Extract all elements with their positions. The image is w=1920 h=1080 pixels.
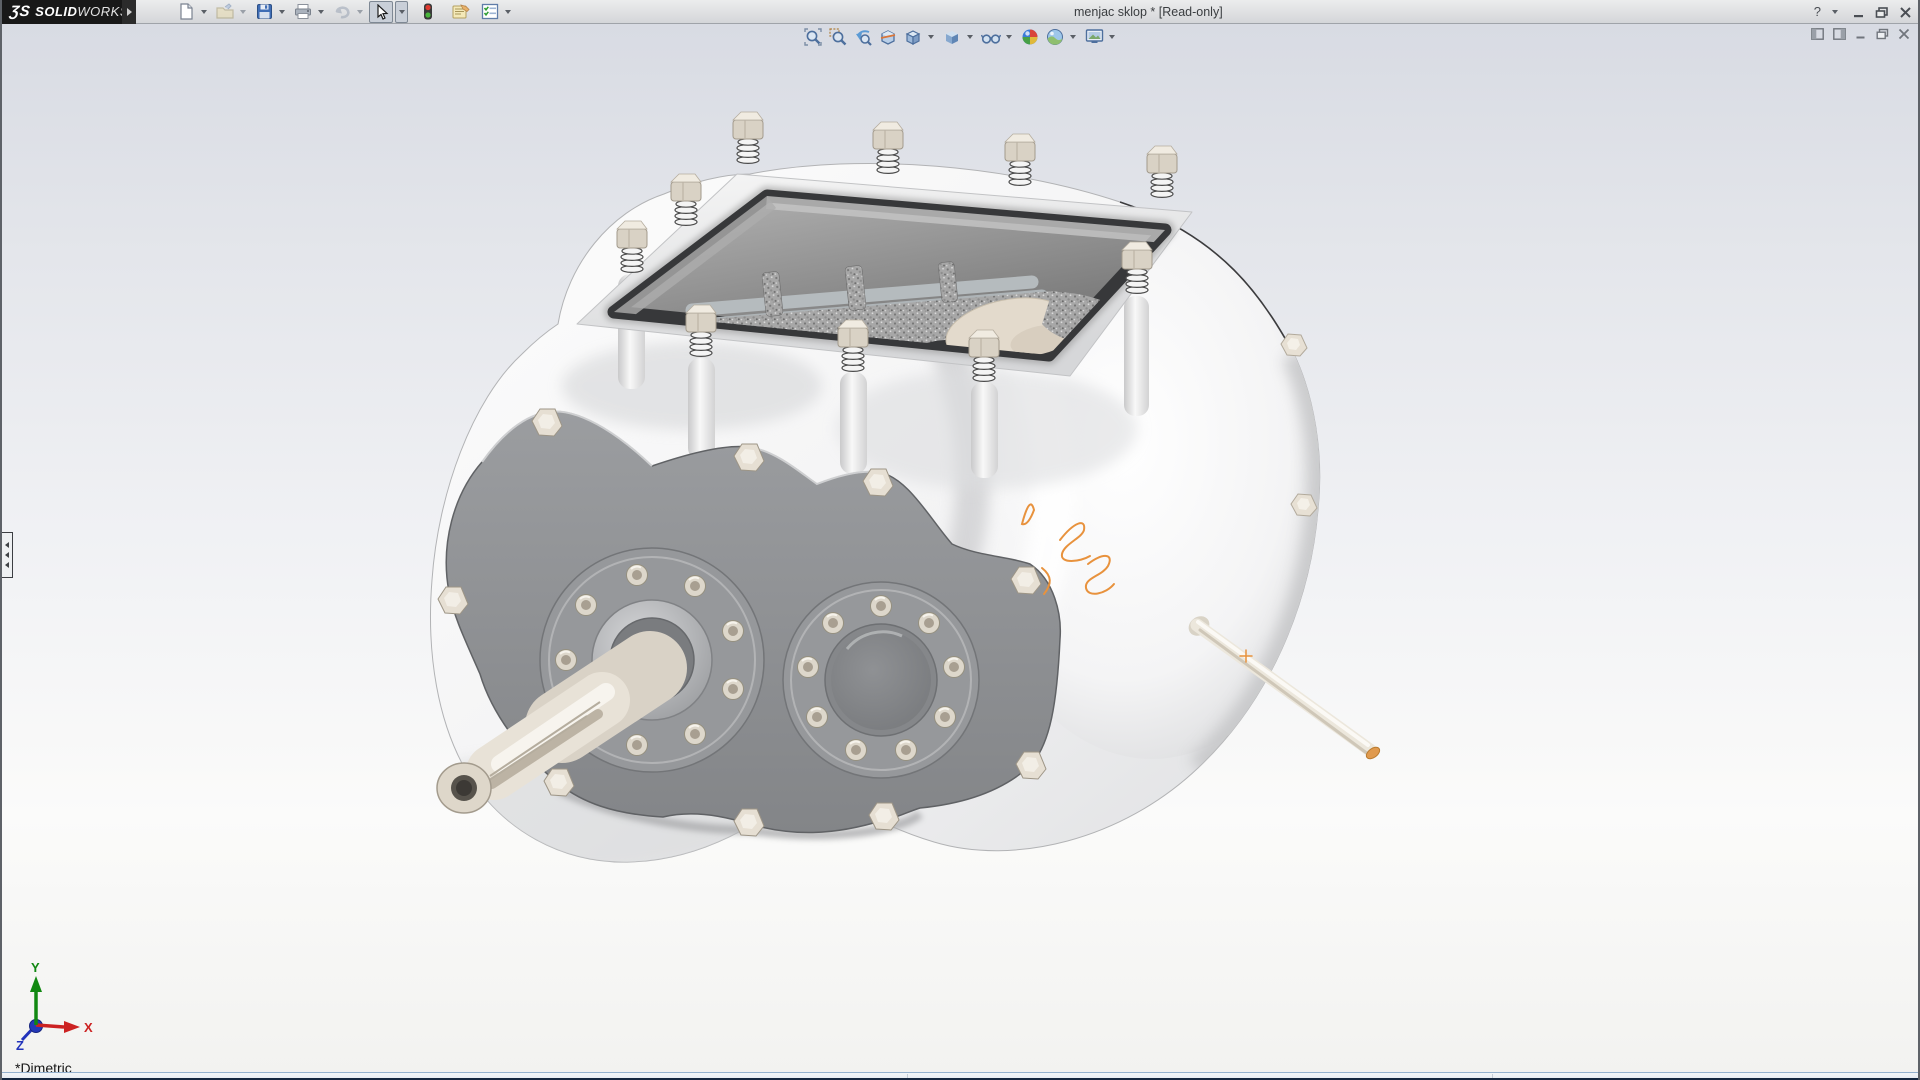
restore-document-button[interactable] bbox=[1876, 28, 1889, 40]
open-document-button[interactable] bbox=[213, 1, 237, 23]
dropdown-caret-icon[interactable] bbox=[279, 10, 285, 14]
previous-view-button[interactable] bbox=[852, 27, 874, 47]
minimize-document-button[interactable] bbox=[1855, 28, 1867, 40]
print-button[interactable] bbox=[291, 1, 315, 23]
solidworks-logo: ƷS SOLID WORKS bbox=[2, 0, 122, 24]
menu-expand-tab[interactable] bbox=[122, 0, 136, 24]
section-view-button[interactable] bbox=[877, 27, 899, 47]
undo-arrow-icon bbox=[333, 3, 352, 20]
show-right-pane-button[interactable] bbox=[1833, 28, 1846, 40]
show-left-pane-button[interactable] bbox=[1811, 28, 1824, 40]
window-controls: ? bbox=[1814, 0, 1912, 24]
edit-appearance-button[interactable] bbox=[1019, 27, 1041, 47]
dropdown-caret-icon[interactable] bbox=[1109, 35, 1115, 39]
close-document-button[interactable] bbox=[1898, 28, 1910, 40]
appearance-sphere-icon bbox=[1021, 28, 1039, 46]
minimize-button[interactable] bbox=[1852, 6, 1865, 19]
rebuild-button[interactable] bbox=[416, 1, 440, 23]
headsup-view-toolbar bbox=[802, 27, 1119, 47]
undo-button[interactable] bbox=[330, 1, 354, 23]
file-properties-button[interactable] bbox=[448, 1, 472, 23]
document-window-controls bbox=[1811, 28, 1910, 40]
view-settings-icon bbox=[1085, 28, 1104, 46]
previous-view-icon bbox=[854, 28, 872, 46]
display-style-button[interactable] bbox=[941, 27, 963, 47]
triad-y-label: Y bbox=[31, 960, 40, 975]
dropdown-caret-icon bbox=[399, 10, 405, 14]
section-view-icon bbox=[879, 28, 897, 46]
status-divider bbox=[907, 1074, 908, 1078]
zoom-to-fit-icon bbox=[804, 28, 822, 46]
apply-scene-button[interactable] bbox=[1044, 27, 1066, 47]
view-orientation-icon bbox=[904, 28, 922, 46]
zoom-to-fit-button[interactable] bbox=[802, 27, 824, 47]
new-document-icon bbox=[178, 3, 195, 20]
document-title: menjac sklop * [Read-only] bbox=[1074, 0, 1223, 24]
collapse-arrow-icon bbox=[5, 562, 9, 568]
note-hand-icon bbox=[451, 3, 470, 20]
collapse-arrow-icon bbox=[5, 552, 9, 558]
view-orientation-button[interactable] bbox=[902, 27, 924, 47]
output-cover-flange[interactable] bbox=[783, 582, 979, 778]
restore-button[interactable] bbox=[1875, 6, 1889, 19]
status-divider bbox=[1492, 1074, 1493, 1078]
dropdown-caret-icon[interactable] bbox=[240, 10, 246, 14]
bolt-boss-pillar bbox=[1124, 296, 1149, 416]
gearbox-assembly-model[interactable]: X Y Z bbox=[2, 24, 1920, 1080]
collapse-arrow-icon bbox=[5, 542, 9, 548]
dropdown-caret-icon[interactable] bbox=[1006, 35, 1012, 39]
dropdown-caret-icon[interactable] bbox=[1070, 35, 1076, 39]
printer-icon bbox=[294, 3, 312, 20]
zoom-to-area-icon bbox=[829, 28, 847, 46]
triad-x-label: X bbox=[84, 1020, 93, 1035]
view-settings-button[interactable] bbox=[1083, 27, 1105, 47]
open-folder-icon bbox=[216, 3, 235, 20]
help-button[interactable]: ? bbox=[1814, 0, 1821, 24]
traffic-light-icon bbox=[423, 3, 433, 20]
feature-manager-collapsed-tab[interactable] bbox=[2, 532, 13, 578]
dropdown-caret-icon[interactable] bbox=[318, 10, 324, 14]
status-bar bbox=[2, 1072, 1918, 1080]
dropdown-caret-icon[interactable] bbox=[928, 35, 934, 39]
new-document-button[interactable] bbox=[174, 1, 198, 23]
orientation-triad: X Y Z bbox=[16, 960, 93, 1053]
eyeglasses-icon bbox=[981, 28, 1001, 46]
dropdown-caret-icon[interactable] bbox=[201, 10, 207, 14]
help-dropdown-caret-icon[interactable] bbox=[1832, 10, 1838, 14]
save-floppy-icon bbox=[256, 3, 273, 20]
dropdown-caret-icon[interactable] bbox=[967, 35, 973, 39]
select-cursor-icon bbox=[374, 4, 389, 20]
save-button[interactable] bbox=[252, 1, 276, 23]
bolt-boss-pillar bbox=[688, 358, 715, 460]
options-button[interactable] bbox=[478, 1, 502, 23]
main-toolbar bbox=[174, 1, 515, 23]
hide-show-items-button[interactable] bbox=[980, 27, 1002, 47]
dropdown-caret-icon[interactable] bbox=[505, 10, 511, 14]
logo-text-bold: SOLID bbox=[35, 4, 77, 19]
triad-z-label: Z bbox=[16, 1038, 24, 1053]
bolt-boss-pillar bbox=[840, 372, 867, 474]
solidworks-window: ƷS SOLID WORKS bbox=[0, 0, 1920, 1080]
bolt-boss-pillar bbox=[971, 382, 998, 478]
dropdown-caret-icon[interactable] bbox=[357, 10, 363, 14]
zoom-to-area-button[interactable] bbox=[827, 27, 849, 47]
graphics-viewport[interactable]: X Y Z bbox=[2, 24, 1918, 1080]
select-tool-button[interactable] bbox=[369, 1, 393, 23]
select-tool-dropdown[interactable] bbox=[395, 1, 408, 23]
close-button[interactable] bbox=[1899, 6, 1912, 19]
apply-scene-icon bbox=[1046, 28, 1064, 46]
display-style-icon bbox=[943, 28, 961, 46]
expand-arrow-icon bbox=[127, 8, 132, 16]
title-bar: ƷS SOLID WORKS bbox=[2, 0, 1918, 24]
options-checklist-icon bbox=[481, 3, 499, 20]
ds-logo-icon: ƷS bbox=[9, 3, 32, 20]
